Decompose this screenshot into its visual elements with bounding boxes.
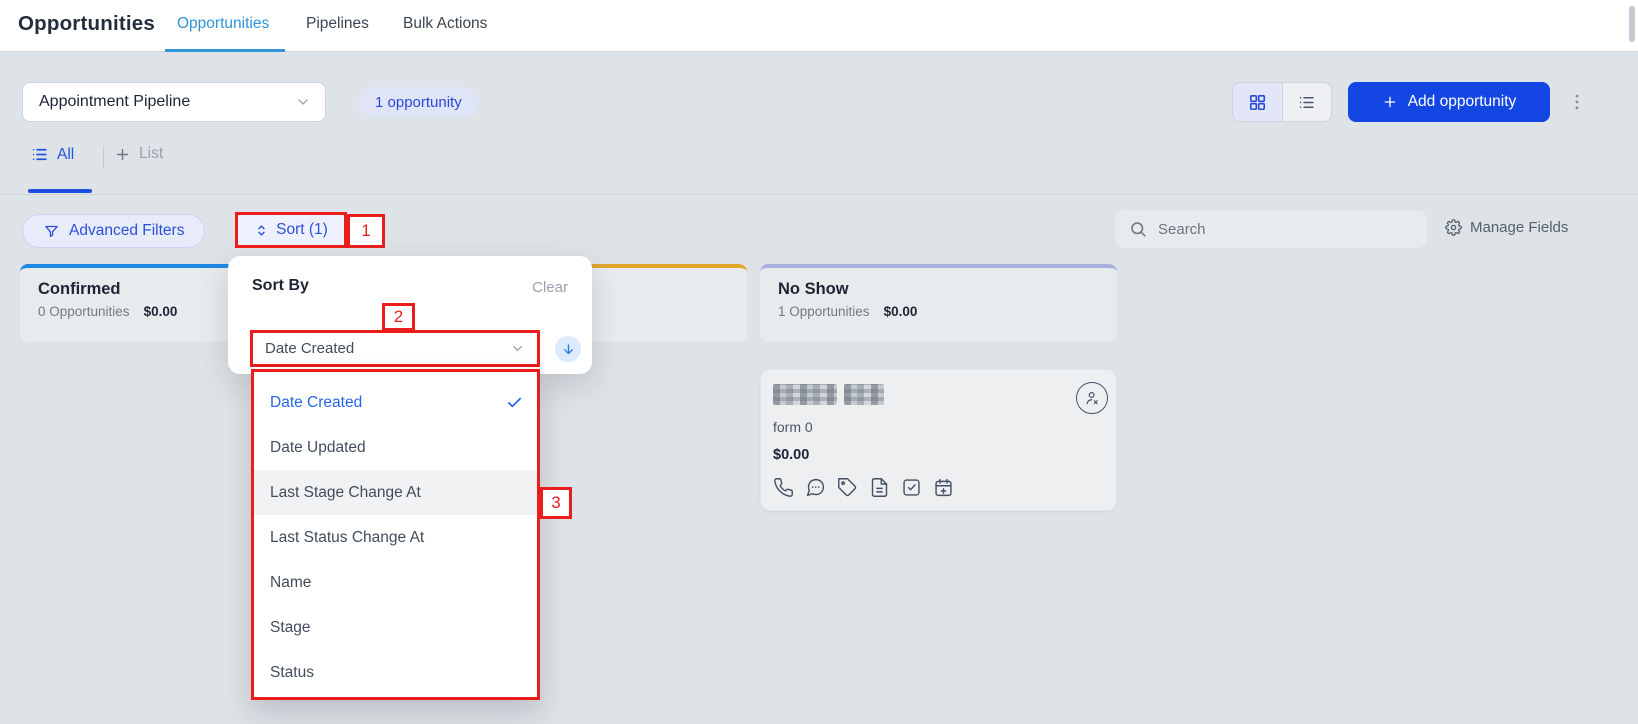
user-x-icon — [1083, 389, 1101, 407]
opportunity-card[interactable]: form 0 $0.00 — [760, 369, 1117, 511]
card-amount: $0.00 — [773, 447, 1104, 463]
clear-button[interactable]: Clear — [532, 279, 568, 296]
calendar-plus-icon[interactable] — [933, 477, 954, 498]
annotation-label-2: 2 — [382, 303, 415, 331]
task-checkbox-icon[interactable] — [901, 477, 922, 498]
grid-view-button[interactable] — [1233, 83, 1282, 121]
search-input[interactable] — [1158, 221, 1388, 238]
more-options-button[interactable] — [1565, 90, 1589, 114]
option-date-updated[interactable]: Date Updated — [254, 425, 537, 470]
card-action-icons — [773, 477, 1104, 498]
plus-icon — [1382, 94, 1398, 110]
manage-fields-label: Manage Fields — [1470, 219, 1568, 236]
list-bullets-icon — [30, 145, 49, 164]
chat-icon[interactable] — [805, 477, 826, 498]
sort-direction-button[interactable] — [555, 336, 581, 362]
manage-fields-button[interactable]: Manage Fields — [1445, 219, 1568, 236]
tab-all[interactable]: All — [30, 145, 74, 164]
active-tab-underline — [165, 49, 285, 52]
search-icon — [1129, 220, 1147, 238]
sort-field-select[interactable]: Date Created — [253, 333, 537, 364]
tab-all-label: All — [57, 146, 74, 164]
kebab-icon — [1567, 92, 1587, 112]
column-header-no-show: No Show 1 Opportunities $0.00 — [760, 264, 1117, 342]
blurred-text-segment — [773, 384, 837, 405]
plus-icon — [114, 146, 131, 163]
annotation-label-3: 3 — [540, 487, 572, 519]
add-list-button[interactable]: List — [114, 145, 163, 163]
pipeline-selector[interactable]: Appointment Pipeline — [22, 82, 326, 122]
column-count: 1 Opportunities — [778, 304, 870, 319]
option-date-created[interactable]: Date Created — [254, 380, 537, 425]
assignee-avatar[interactable] — [1076, 382, 1108, 414]
gear-icon — [1445, 219, 1462, 236]
sort-button-label: Sort (1) — [276, 221, 328, 239]
card-source: form 0 — [773, 419, 1104, 435]
sort-popup-title: Sort By — [252, 277, 309, 295]
tab-opportunities[interactable]: Opportunities — [177, 15, 269, 33]
sort-field-value: Date Created — [265, 340, 510, 357]
add-opportunity-button[interactable]: Add opportunity — [1348, 82, 1550, 122]
arrow-down-icon — [561, 342, 576, 357]
sort-options-dropdown: Date Created Date Updated Last Stage Cha… — [251, 369, 540, 700]
option-name[interactable]: Name — [254, 560, 537, 605]
advanced-filters-label: Advanced Filters — [69, 222, 184, 240]
tabs-divider-line — [0, 194, 1638, 195]
annotation-box-sort: Sort (1) — [235, 212, 347, 248]
add-list-label: List — [139, 145, 163, 163]
column-count: 0 Opportunities — [38, 304, 130, 319]
tab-pipelines[interactable]: Pipelines — [306, 15, 369, 33]
chevron-down-icon — [295, 94, 311, 110]
option-last-stage-change-at[interactable]: Last Stage Change At — [254, 470, 537, 515]
list-view-button[interactable] — [1282, 83, 1331, 121]
advanced-filters-button[interactable]: Advanced Filters — [22, 214, 205, 248]
option-stage[interactable]: Stage — [254, 605, 537, 650]
column-amount: $0.00 — [144, 304, 178, 319]
column-amount: $0.00 — [884, 304, 918, 319]
tab-bulk-actions[interactable]: Bulk Actions — [403, 15, 487, 33]
option-last-status-change-at[interactable]: Last Status Change At — [254, 515, 537, 560]
annotation-box-select: Date Created — [250, 330, 540, 367]
active-view-tab-underline — [28, 189, 92, 193]
phone-icon[interactable] — [773, 477, 794, 498]
opportunity-count-badge: 1 opportunity — [358, 87, 479, 118]
scrollbar[interactable] — [1629, 6, 1635, 42]
view-toggle — [1232, 82, 1332, 122]
check-icon — [506, 394, 523, 411]
sort-button[interactable]: Sort (1) — [238, 215, 344, 245]
page-title: Opportunities — [18, 12, 155, 36]
grid-icon — [1248, 93, 1267, 112]
blurred-contact-name — [773, 384, 1104, 405]
sort-icon — [254, 223, 269, 238]
tag-icon[interactable] — [837, 477, 858, 498]
top-nav: Opportunities Opportunities Pipelines Bu… — [0, 0, 1638, 52]
blurred-text-segment — [844, 384, 884, 405]
annotation-label-1: 1 — [347, 214, 385, 248]
pipeline-selector-value: Appointment Pipeline — [39, 93, 295, 111]
add-opportunity-label: Add opportunity — [1408, 93, 1517, 111]
column-title: No Show — [778, 280, 1101, 299]
list-icon — [1297, 93, 1316, 112]
tab-divider — [103, 146, 104, 168]
search-box — [1115, 210, 1427, 248]
chevron-down-icon — [510, 341, 525, 356]
funnel-icon — [43, 223, 60, 240]
document-icon[interactable] — [869, 477, 890, 498]
option-status[interactable]: Status — [254, 650, 537, 695]
